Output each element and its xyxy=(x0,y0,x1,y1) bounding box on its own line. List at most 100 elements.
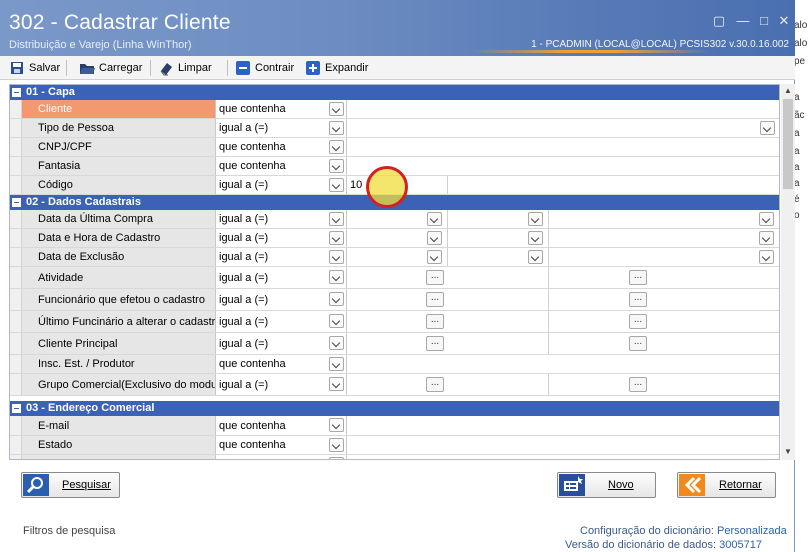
operator-select[interactable]: igual a (=) xyxy=(217,267,347,288)
restore-icon[interactable]: ▢ xyxy=(712,14,726,28)
scroll-down-icon[interactable]: ▼ xyxy=(784,448,792,456)
operator-select[interactable]: igual a (=) xyxy=(217,374,347,395)
lookup-button[interactable]: ... xyxy=(629,377,647,392)
value-to-field[interactable] xyxy=(448,176,779,194)
retornar-button[interactable]: Retornar xyxy=(677,472,776,498)
grid-scrollbar[interactable]: ▲ ▼ xyxy=(781,84,795,460)
chevron-down-icon[interactable] xyxy=(329,140,344,154)
time-from-field[interactable] xyxy=(448,229,549,247)
chevron-down-icon[interactable] xyxy=(528,250,543,264)
chevron-down-icon[interactable] xyxy=(760,121,775,135)
lookup-from-field[interactable]: ... xyxy=(347,289,549,310)
operator-select[interactable]: igual a (=) xyxy=(217,176,347,194)
time-from-field[interactable] xyxy=(448,210,549,228)
operator-select[interactable]: que contenha xyxy=(217,355,347,373)
scroll-thumb[interactable] xyxy=(783,99,793,189)
value-field[interactable] xyxy=(347,355,779,373)
chevron-down-icon[interactable] xyxy=(427,250,442,264)
operator-select[interactable]: igual a (=) xyxy=(217,311,347,332)
operator-select[interactable] xyxy=(217,455,347,459)
value-field[interactable] xyxy=(347,436,779,454)
chevron-down-icon[interactable] xyxy=(329,178,344,192)
operator-select[interactable]: que contenha xyxy=(217,436,347,454)
chevron-down-icon[interactable] xyxy=(329,457,344,459)
time-from-field[interactable] xyxy=(448,248,549,266)
close-icon[interactable]: ✕ xyxy=(777,14,791,28)
section-capa[interactable]: 01 - Capa xyxy=(10,85,779,100)
operator-select[interactable]: igual a (=) xyxy=(217,248,347,266)
chevron-down-icon[interactable] xyxy=(329,336,344,350)
lookup-button[interactable]: ... xyxy=(426,377,444,392)
chevron-down-icon[interactable] xyxy=(528,212,543,226)
minimize-icon[interactable]: — xyxy=(736,14,750,28)
date-to-field[interactable] xyxy=(549,229,779,247)
section-endereco-comercial[interactable]: 03 - Endereço Comercial xyxy=(10,401,779,416)
scroll-up-icon[interactable]: ▲ xyxy=(784,87,792,95)
lookup-from-field[interactable]: ... xyxy=(347,374,549,395)
carregar-button[interactable]: Carregar xyxy=(79,59,142,77)
lookup-button[interactable]: ... xyxy=(426,336,444,351)
operator-select[interactable]: igual a (=) xyxy=(217,229,347,247)
chevron-down-icon[interactable] xyxy=(329,159,344,173)
filter-label[interactable]: Cliente xyxy=(22,100,216,118)
chevron-down-icon[interactable] xyxy=(329,377,344,391)
maximize-icon[interactable]: □ xyxy=(757,14,771,28)
chevron-down-icon[interactable] xyxy=(329,270,344,284)
value-field[interactable] xyxy=(347,416,779,435)
expandir-button[interactable]: Expandir xyxy=(305,59,368,77)
pesquisar-button[interactable]: Pesquisar xyxy=(21,472,120,498)
lookup-to-field[interactable]: ... xyxy=(549,311,779,332)
chevron-down-icon[interactable] xyxy=(329,438,344,452)
lookup-button[interactable]: ... xyxy=(629,314,647,329)
operator-select[interactable]: que contenha xyxy=(217,416,347,435)
lookup-to-field[interactable]: ... xyxy=(549,374,779,395)
chevron-down-icon[interactable] xyxy=(329,292,344,306)
chevron-down-icon[interactable] xyxy=(329,231,344,245)
lookup-to-field[interactable]: ... xyxy=(549,267,779,288)
operator-select[interactable]: igual a (=) xyxy=(217,333,347,354)
date-to-field[interactable] xyxy=(549,210,779,228)
chevron-down-icon[interactable] xyxy=(329,212,344,226)
date-from-field[interactable] xyxy=(347,248,448,266)
operator-select[interactable]: igual a (=) xyxy=(217,289,347,310)
operator-select[interactable]: que contenha xyxy=(217,157,347,175)
operator-select[interactable]: igual a (=) xyxy=(217,210,347,228)
novo-button[interactable]: Novo xyxy=(557,472,656,498)
chevron-down-icon[interactable] xyxy=(329,250,344,264)
operator-select[interactable]: que contenha xyxy=(217,100,347,118)
date-to-field[interactable] xyxy=(549,248,779,266)
contrair-button[interactable]: Contrair xyxy=(235,59,294,77)
chevron-down-icon[interactable] xyxy=(329,418,344,432)
chevron-down-icon[interactable] xyxy=(759,250,774,264)
value-field[interactable] xyxy=(347,157,779,175)
chevron-down-icon[interactable] xyxy=(759,212,774,226)
value-field[interactable] xyxy=(347,138,779,156)
salvar-button[interactable]: Salvar xyxy=(9,59,60,77)
lookup-from-field[interactable]: ... xyxy=(347,311,549,332)
collapse-section-icon[interactable] xyxy=(12,404,21,413)
chevron-down-icon[interactable] xyxy=(329,357,344,371)
config-value-link[interactable]: Personalizada xyxy=(717,525,787,537)
lookup-from-field[interactable]: ... xyxy=(347,267,549,288)
chevron-down-icon[interactable] xyxy=(427,231,442,245)
chevron-down-icon[interactable] xyxy=(427,212,442,226)
date-from-field[interactable] xyxy=(347,229,448,247)
lookup-to-field[interactable]: ... xyxy=(549,333,779,354)
value-field[interactable] xyxy=(347,100,779,118)
operator-select[interactable]: igual a (=) xyxy=(217,119,347,137)
chevron-down-icon[interactable] xyxy=(329,102,344,116)
collapse-section-icon[interactable] xyxy=(12,88,21,97)
lookup-button[interactable]: ... xyxy=(426,292,444,307)
chevron-down-icon[interactable] xyxy=(329,314,344,328)
value-select[interactable] xyxy=(347,119,779,137)
lookup-button[interactable]: ... xyxy=(426,270,444,285)
lookup-button[interactable]: ... xyxy=(426,314,444,329)
limpar-button[interactable]: Limpar xyxy=(158,59,212,77)
lookup-button[interactable]: ... xyxy=(629,292,647,307)
chevron-down-icon[interactable] xyxy=(528,231,543,245)
operator-select[interactable]: que contenha xyxy=(217,138,347,156)
lookup-to-field[interactable]: ... xyxy=(549,289,779,310)
lookup-button[interactable]: ... xyxy=(629,336,647,351)
date-from-field[interactable] xyxy=(347,210,448,228)
chevron-down-icon[interactable] xyxy=(759,231,774,245)
